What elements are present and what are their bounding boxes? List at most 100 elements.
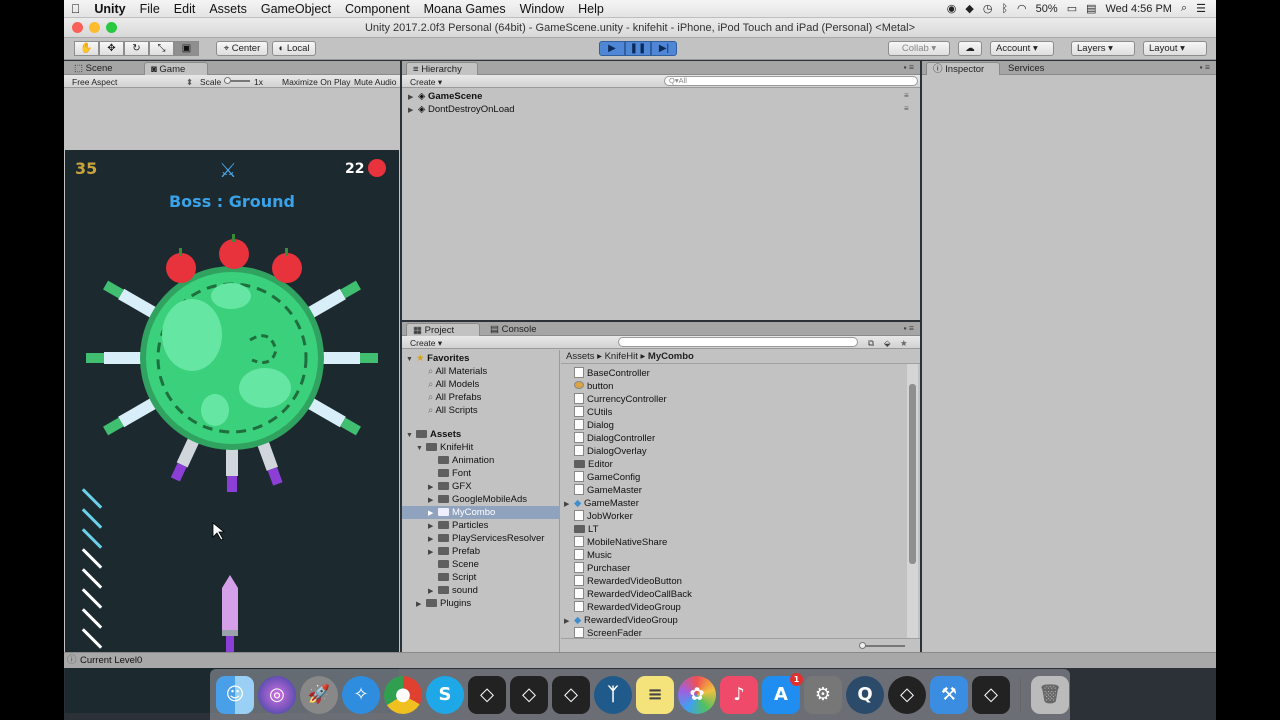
itunes-icon[interactable]: ♪ bbox=[720, 675, 758, 714]
layout-dropdown[interactable]: Layout ▾ bbox=[1143, 41, 1207, 56]
clock[interactable]: Wed 4:56 PM bbox=[1106, 3, 1172, 15]
hierarchy-create-button[interactable]: Create ▾ bbox=[410, 76, 442, 88]
breadcrumb-mycombo[interactable]: MyCombo bbox=[648, 351, 694, 362]
file-rewardedvideocallback[interactable]: RewardedVideoCallBack bbox=[574, 588, 692, 601]
file-rewardedvideogroup-prefab[interactable]: ▶ ◆ RewardedVideoGroup bbox=[564, 614, 678, 627]
hierarchy-item-gamescene[interactable]: ▶ ◈ GameScene bbox=[408, 90, 482, 103]
file-gamemaster-script[interactable]: GameMaster bbox=[574, 484, 642, 497]
notes-icon[interactable]: ≡ bbox=[636, 675, 674, 714]
step-button[interactable]: ▶| bbox=[651, 41, 677, 56]
file-music[interactable]: Music bbox=[574, 549, 612, 562]
folder-scene[interactable]: Scene bbox=[438, 558, 479, 571]
project-search-input[interactable] bbox=[618, 337, 858, 347]
favorite-star-icon[interactable]: ★ bbox=[900, 337, 908, 349]
menu-gameobject[interactable]: GameObject bbox=[254, 0, 338, 18]
menu-component[interactable]: Component bbox=[338, 0, 417, 18]
app-store-icon[interactable]: A1 bbox=[762, 672, 803, 714]
safari-icon[interactable]: ✧ bbox=[342, 675, 380, 714]
aspect-dropdown-arrow[interactable]: ⬍ bbox=[186, 76, 193, 88]
status-message[interactable]: Current Level0 bbox=[80, 655, 142, 666]
folder-lt[interactable]: LT bbox=[574, 523, 598, 536]
menu-assets[interactable]: Assets bbox=[202, 0, 254, 18]
favorites-header[interactable]: ▼ ★ Favorites bbox=[406, 352, 469, 365]
quicktime-icon[interactable]: Q bbox=[846, 675, 884, 714]
finder-icon[interactable]: ☺ bbox=[216, 675, 254, 714]
cloud-icon[interactable]: ☁ bbox=[958, 41, 982, 56]
flag-icon[interactable]: ▤ bbox=[1086, 2, 1096, 15]
folder-googlemobileads[interactable]: ▶ GoogleMobileAds bbox=[428, 493, 527, 506]
xcode-icon[interactable]: ⚒ bbox=[930, 675, 968, 714]
icon-size-slider-thumb[interactable] bbox=[859, 642, 866, 649]
unity-hub-icon[interactable]: ◇ bbox=[888, 675, 926, 714]
siri-icon[interactable]: ◎ bbox=[258, 675, 296, 714]
rotate-tool-button[interactable]: ↻ bbox=[124, 41, 149, 56]
tab-game[interactable]: ◙ Game bbox=[144, 62, 208, 75]
bluetooth-icon[interactable]: ᛒ bbox=[1001, 3, 1008, 15]
file-dialogcontroller[interactable]: DialogController bbox=[574, 432, 655, 445]
file-rewardedvideobutton[interactable]: RewardedVideoButton bbox=[574, 575, 682, 588]
folder-mycombo[interactable]: ▶ MyCombo bbox=[402, 506, 560, 519]
file-basecontroller[interactable]: BaseController bbox=[574, 367, 650, 380]
expand-arrow-icon[interactable]: ▶ bbox=[408, 104, 418, 117]
play-button[interactable]: ▶ bbox=[599, 41, 625, 56]
file-dialogoverlay[interactable]: DialogOverlay bbox=[574, 445, 647, 458]
launchpad-icon[interactable]: 🚀 bbox=[300, 675, 338, 714]
filter-label-icon[interactable]: ⬙ bbox=[884, 337, 891, 349]
pivot-center-button[interactable]: ⌖ Center bbox=[216, 41, 268, 56]
minimize-window-button[interactable] bbox=[89, 22, 100, 33]
panel-menu-icon[interactable]: ▪ ≡ bbox=[904, 62, 914, 72]
aspect-dropdown[interactable]: Free Aspect bbox=[72, 76, 117, 88]
folder-editor[interactable]: Editor bbox=[574, 458, 613, 471]
tab-services[interactable]: Services bbox=[1002, 62, 1050, 75]
notification-center-icon[interactable]: ☰ bbox=[1196, 2, 1206, 15]
favorite-all-prefabs[interactable]: ⌕ All Prefabs bbox=[428, 391, 481, 404]
scale-slider-thumb[interactable] bbox=[224, 77, 231, 84]
breadcrumb-knifehit[interactable]: KnifeHit bbox=[605, 351, 638, 362]
file-list-scrollbar[interactable] bbox=[907, 364, 918, 638]
folder-particles[interactable]: ▶ Particles bbox=[428, 519, 488, 532]
battery-percent[interactable]: 50% bbox=[1036, 3, 1058, 15]
folder-script[interactable]: Script bbox=[438, 571, 476, 584]
spotlight-icon[interactable]: ⌕ bbox=[1181, 2, 1187, 15]
dropbox-icon[interactable]: ◆ bbox=[965, 2, 973, 15]
chrome-icon[interactable]: ● bbox=[384, 675, 422, 714]
folder-animation[interactable]: Animation bbox=[438, 454, 494, 467]
pause-button[interactable]: ❚❚ bbox=[625, 41, 651, 56]
icon-size-slider[interactable] bbox=[861, 645, 905, 647]
close-window-button[interactable] bbox=[72, 22, 83, 33]
zoom-window-button[interactable] bbox=[106, 22, 117, 33]
hierarchy-search-input[interactable]: Q▾All bbox=[664, 76, 918, 86]
hand-tool-button[interactable]: ✋ bbox=[74, 41, 99, 56]
tab-hierarchy[interactable]: ≡ Hierarchy bbox=[406, 62, 478, 75]
folder-prefab[interactable]: ▶ Prefab bbox=[428, 545, 480, 558]
menu-file[interactable]: File bbox=[133, 0, 167, 18]
assets-folder[interactable]: ▼ Assets bbox=[406, 428, 461, 441]
game-viewport[interactable]: 35 ⚔ Boss : Ground 22 bbox=[65, 150, 399, 713]
hierarchy-item-dontdestroyonload[interactable]: ▶ ◈ DontDestroyOnLoad bbox=[408, 103, 515, 116]
unity-icon[interactable]: ◇ bbox=[972, 675, 1010, 714]
panel-menu-icon[interactable]: ▪ ≡ bbox=[1200, 62, 1210, 72]
unity-icon[interactable]: ◇ bbox=[510, 675, 548, 714]
file-gamemaster-prefab[interactable]: ▶ ◆ GameMaster bbox=[564, 497, 639, 510]
tab-console[interactable]: ▤ Console bbox=[484, 323, 542, 336]
menu-help[interactable]: Help bbox=[571, 0, 611, 18]
folder-gfx[interactable]: ▶ GFX bbox=[428, 480, 472, 493]
filter-type-icon[interactable]: ⧉ bbox=[868, 337, 874, 349]
file-dialog[interactable]: Dialog bbox=[574, 419, 614, 432]
folder-sound[interactable]: ▶ sound bbox=[428, 584, 478, 597]
file-purchaser[interactable]: Purchaser bbox=[574, 562, 630, 575]
maximize-on-play-toggle[interactable]: Maximize On Play bbox=[282, 76, 351, 88]
file-mobilenativeshare[interactable]: MobileNativeShare bbox=[574, 536, 667, 549]
collab-button[interactable]: Collab ▾ bbox=[888, 41, 950, 56]
tab-project[interactable]: ▦ Project bbox=[406, 323, 480, 336]
folder-font[interactable]: Font bbox=[438, 467, 471, 480]
scale-tool-button[interactable]: ⤡ bbox=[149, 41, 174, 56]
trash-icon[interactable]: 🗑 bbox=[1031, 675, 1069, 714]
folder-playservicesresolver[interactable]: ▶ PlayServicesResolver bbox=[428, 532, 544, 545]
system-preferences-icon[interactable]: ⚙ bbox=[804, 675, 842, 714]
file-cutils[interactable]: CUtils bbox=[574, 406, 612, 419]
photos-icon[interactable]: ✿ bbox=[678, 675, 716, 714]
knifehit-folder[interactable]: ▼ KnifeHit bbox=[416, 441, 473, 454]
unity-icon[interactable]: ◇ bbox=[468, 675, 506, 714]
folder-plugins[interactable]: ▶ Plugins bbox=[416, 597, 471, 610]
